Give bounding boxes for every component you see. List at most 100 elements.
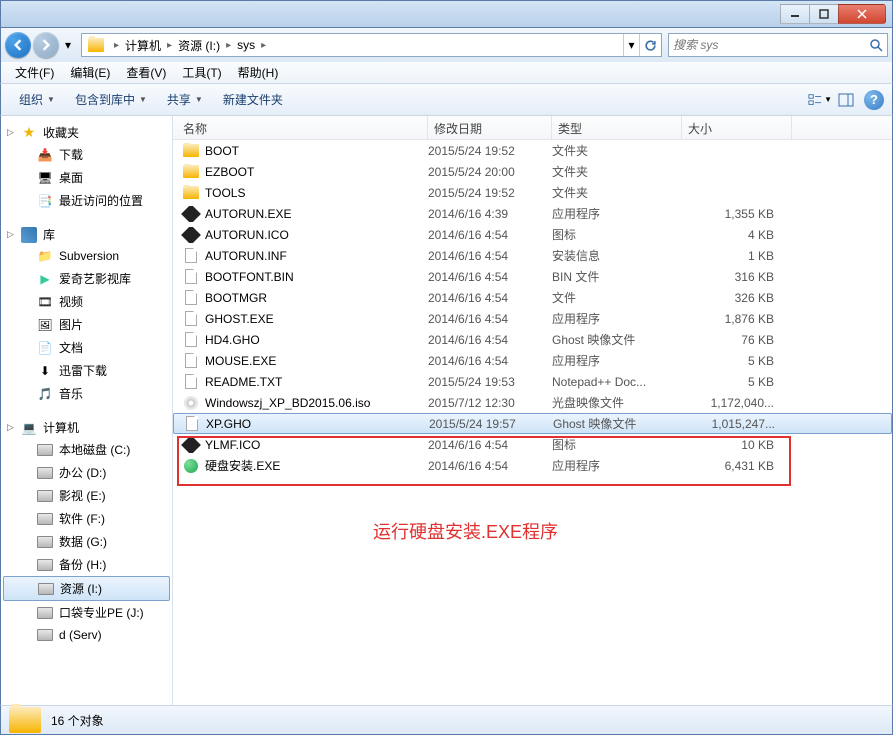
table-row[interactable]: XP.GHO2015/5/24 19:57Ghost 映像文件1,015,247… bbox=[173, 413, 892, 434]
file-icon bbox=[183, 164, 199, 180]
search-icon bbox=[869, 38, 883, 52]
sidebar-item-recent[interactable]: 📑最近访问的位置 bbox=[1, 189, 172, 212]
file-date: 2014/6/16 4:54 bbox=[428, 438, 552, 452]
organize-button[interactable]: 组织▼ bbox=[9, 87, 65, 112]
table-row[interactable]: AUTORUN.INF2014/6/16 4:54安装信息1 KB bbox=[173, 245, 892, 266]
breadcrumb-folder[interactable]: sys bbox=[233, 34, 259, 56]
menu-view[interactable]: 查看(V) bbox=[118, 62, 174, 83]
address-bar[interactable]: ▸ 计算机 ▸ 资源 (I:) ▸ sys ▸ ▾ bbox=[81, 33, 662, 57]
preview-pane-button[interactable] bbox=[834, 88, 858, 112]
table-row[interactable]: EZBOOT2015/5/24 20:00文件夹 bbox=[173, 161, 892, 182]
maximize-button[interactable] bbox=[809, 4, 839, 24]
file-name: Windowszj_XP_BD2015.06.iso bbox=[205, 396, 370, 410]
sidebar-item-drive-h[interactable]: 备份 (H:) bbox=[1, 553, 172, 576]
breadcrumb-computer[interactable]: 计算机 bbox=[121, 34, 165, 56]
sidebar-item-desktop[interactable]: 🖥桌面 bbox=[1, 166, 172, 189]
file-date: 2014/6/16 4:54 bbox=[428, 354, 552, 368]
file-name: AUTORUN.INF bbox=[205, 249, 287, 263]
sidebar-item-network[interactable]: d (Serv) bbox=[1, 624, 172, 646]
back-button[interactable] bbox=[5, 32, 31, 58]
view-options-button[interactable]: ▼ bbox=[808, 88, 832, 112]
file-type: 文件夹 bbox=[552, 184, 682, 201]
share-button[interactable]: 共享▼ bbox=[157, 87, 213, 112]
sidebar-favorites[interactable]: ▷★收藏夹 bbox=[1, 122, 172, 143]
sidebar-item-drive-j[interactable]: 口袋专业PE (J:) bbox=[1, 601, 172, 624]
sidebar-item-drive-i[interactable]: 资源 (I:) bbox=[3, 576, 170, 601]
new-folder-button[interactable]: 新建文件夹 bbox=[213, 87, 293, 112]
drive-icon bbox=[37, 559, 53, 571]
desktop-icon: 🖥 bbox=[37, 170, 53, 186]
menu-tools[interactable]: 工具(T) bbox=[174, 62, 229, 83]
file-date: 2014/6/16 4:54 bbox=[428, 312, 552, 326]
file-type: Ghost 映像文件 bbox=[553, 415, 683, 432]
sidebar-item-drive-c[interactable]: 本地磁盘 (C:) bbox=[1, 438, 172, 461]
table-row[interactable]: AUTORUN.EXE2014/6/16 4:39应用程序1,355 KB bbox=[173, 203, 892, 224]
column-type[interactable]: 类型 bbox=[552, 116, 682, 139]
sidebar-item[interactable]: 🎞视频 bbox=[1, 290, 172, 313]
sidebar-item-drive-g[interactable]: 数据 (G:) bbox=[1, 530, 172, 553]
history-dropdown[interactable]: ▾ bbox=[61, 38, 75, 52]
file-date: 2014/6/16 4:54 bbox=[428, 228, 552, 242]
forward-button[interactable] bbox=[33, 32, 59, 58]
sidebar-item-downloads[interactable]: 📥下载 bbox=[1, 143, 172, 166]
breadcrumb-drive[interactable]: 资源 (I:) bbox=[174, 34, 224, 56]
file-type: 文件夹 bbox=[552, 163, 682, 180]
column-name[interactable]: 名称 bbox=[173, 116, 428, 139]
file-icon bbox=[183, 248, 199, 264]
file-size: 4 KB bbox=[682, 228, 782, 242]
search-input[interactable] bbox=[673, 38, 869, 52]
column-size[interactable]: 大小 bbox=[682, 116, 792, 139]
sidebar-item[interactable]: 🎵音乐 bbox=[1, 382, 172, 405]
table-row[interactable]: README.TXT2015/5/24 19:53Notepad++ Doc..… bbox=[173, 371, 892, 392]
sidebar-item[interactable]: 🖼图片 bbox=[1, 313, 172, 336]
table-row[interactable]: Windowszj_XP_BD2015.06.iso2015/7/12 12:3… bbox=[173, 392, 892, 413]
include-library-button[interactable]: 包含到库中▼ bbox=[65, 87, 157, 112]
file-size: 1,172,040... bbox=[682, 396, 782, 410]
video-icon: 🎞 bbox=[37, 294, 53, 310]
table-row[interactable]: TOOLS2015/5/24 19:52文件夹 bbox=[173, 182, 892, 203]
help-button[interactable]: ? bbox=[864, 90, 884, 110]
table-row[interactable]: 硬盘安装.EXE2014/6/16 4:54应用程序6,431 KB bbox=[173, 455, 892, 476]
chevron-right-icon[interactable]: ▸ bbox=[165, 40, 174, 51]
drive-icon bbox=[38, 583, 54, 595]
sidebar-item-drive-d[interactable]: 办公 (D:) bbox=[1, 461, 172, 484]
close-button[interactable] bbox=[838, 4, 886, 24]
table-row[interactable]: YLMF.ICO2014/6/16 4:54图标10 KB bbox=[173, 434, 892, 455]
refresh-button[interactable] bbox=[639, 34, 661, 56]
folder-icon: 📁 bbox=[37, 248, 53, 264]
status-bar: 16 个对象 bbox=[0, 705, 893, 735]
minimize-button[interactable] bbox=[780, 4, 810, 24]
table-row[interactable]: GHOST.EXE2014/6/16 4:54应用程序1,876 KB bbox=[173, 308, 892, 329]
sidebar-item[interactable]: ▶爱奇艺影视库 bbox=[1, 267, 172, 290]
table-row[interactable]: BOOTFONT.BIN2014/6/16 4:54BIN 文件316 KB bbox=[173, 266, 892, 287]
menu-file[interactable]: 文件(F) bbox=[7, 62, 62, 83]
chevron-right-icon[interactable]: ▸ bbox=[112, 40, 121, 51]
sidebar-item-drive-f[interactable]: 软件 (F:) bbox=[1, 507, 172, 530]
chevron-right-icon[interactable]: ▸ bbox=[259, 40, 268, 51]
navigation-pane[interactable]: ▷★收藏夹 📥下载 🖥桌面 📑最近访问的位置 ▷库 📁Subversion ▶爱… bbox=[1, 116, 173, 705]
column-date[interactable]: 修改日期 bbox=[428, 116, 552, 139]
breadcrumb-root[interactable] bbox=[84, 34, 112, 56]
table-row[interactable]: AUTORUN.ICO2014/6/16 4:54图标4 KB bbox=[173, 224, 892, 245]
sidebar-computer[interactable]: ▷💻计算机 bbox=[1, 417, 172, 438]
sidebar-item-drive-e[interactable]: 影视 (E:) bbox=[1, 484, 172, 507]
table-row[interactable]: BOOTMGR2014/6/16 4:54文件326 KB bbox=[173, 287, 892, 308]
file-type: 安装信息 bbox=[552, 247, 682, 264]
file-size: 6,431 KB bbox=[682, 459, 782, 473]
chevron-right-icon[interactable]: ▸ bbox=[224, 40, 233, 51]
menu-help[interactable]: 帮助(H) bbox=[230, 62, 287, 83]
drive-icon bbox=[37, 467, 53, 479]
table-row[interactable]: HD4.GHO2014/6/16 4:54Ghost 映像文件76 KB bbox=[173, 329, 892, 350]
search-box[interactable] bbox=[668, 33, 888, 57]
file-name: YLMF.ICO bbox=[205, 438, 260, 452]
table-row[interactable]: BOOT2015/5/24 19:52文件夹 bbox=[173, 140, 892, 161]
sidebar-item[interactable]: 📄文档 bbox=[1, 336, 172, 359]
menu-edit[interactable]: 编辑(E) bbox=[62, 62, 118, 83]
table-row[interactable]: MOUSE.EXE2014/6/16 4:54应用程序5 KB bbox=[173, 350, 892, 371]
sidebar-item[interactable]: 📁Subversion bbox=[1, 245, 172, 267]
address-dropdown[interactable]: ▾ bbox=[623, 34, 639, 56]
sidebar-item[interactable]: ⬇迅雷下载 bbox=[1, 359, 172, 382]
file-icon bbox=[183, 395, 199, 411]
sidebar-libraries[interactable]: ▷库 bbox=[1, 224, 172, 245]
file-rows[interactable]: BOOT2015/5/24 19:52文件夹EZBOOT2015/5/24 20… bbox=[173, 140, 892, 705]
